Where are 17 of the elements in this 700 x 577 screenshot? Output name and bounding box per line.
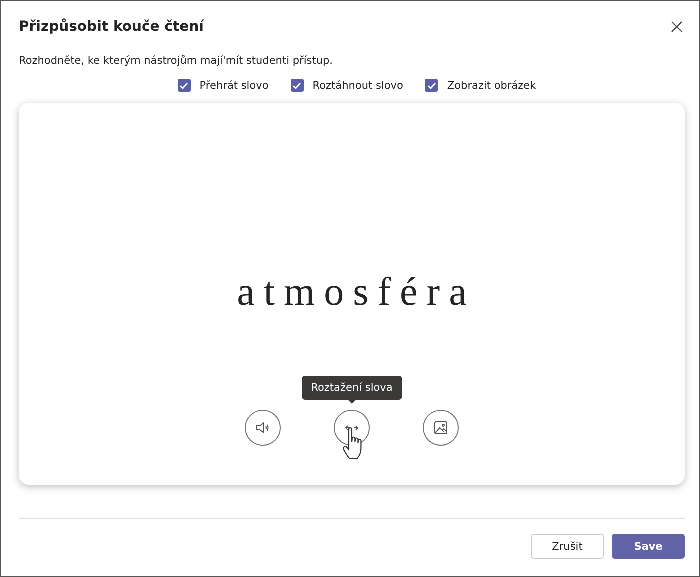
checkbox[interactable] [425,79,438,92]
double-arrow-icon [345,424,359,432]
dialog-title: Přizpůsobit kouče čtení [19,19,204,35]
image-icon [434,421,448,435]
checkbox[interactable] [178,79,191,92]
close-icon[interactable] [671,21,683,33]
tool-button[interactable] [423,410,459,446]
cancel-button[interactable]: Zrušit [531,534,604,559]
checkbox-label: Zobrazit obrázek [447,80,536,92]
preview-word: atmosféra [236,268,476,315]
checkbox-label: Přehrát slovo [200,80,269,92]
save-button[interactable]: Save [612,534,685,559]
description-text: Rozhodněte, ke kterým nástrojům mají'mít studenti přístup. [19,55,334,67]
tool-button[interactable] [245,410,281,446]
checkbox-label: Roztáhnout slovo [312,80,404,92]
checkbox[interactable] [290,79,304,92]
speaker-icon [256,422,270,434]
